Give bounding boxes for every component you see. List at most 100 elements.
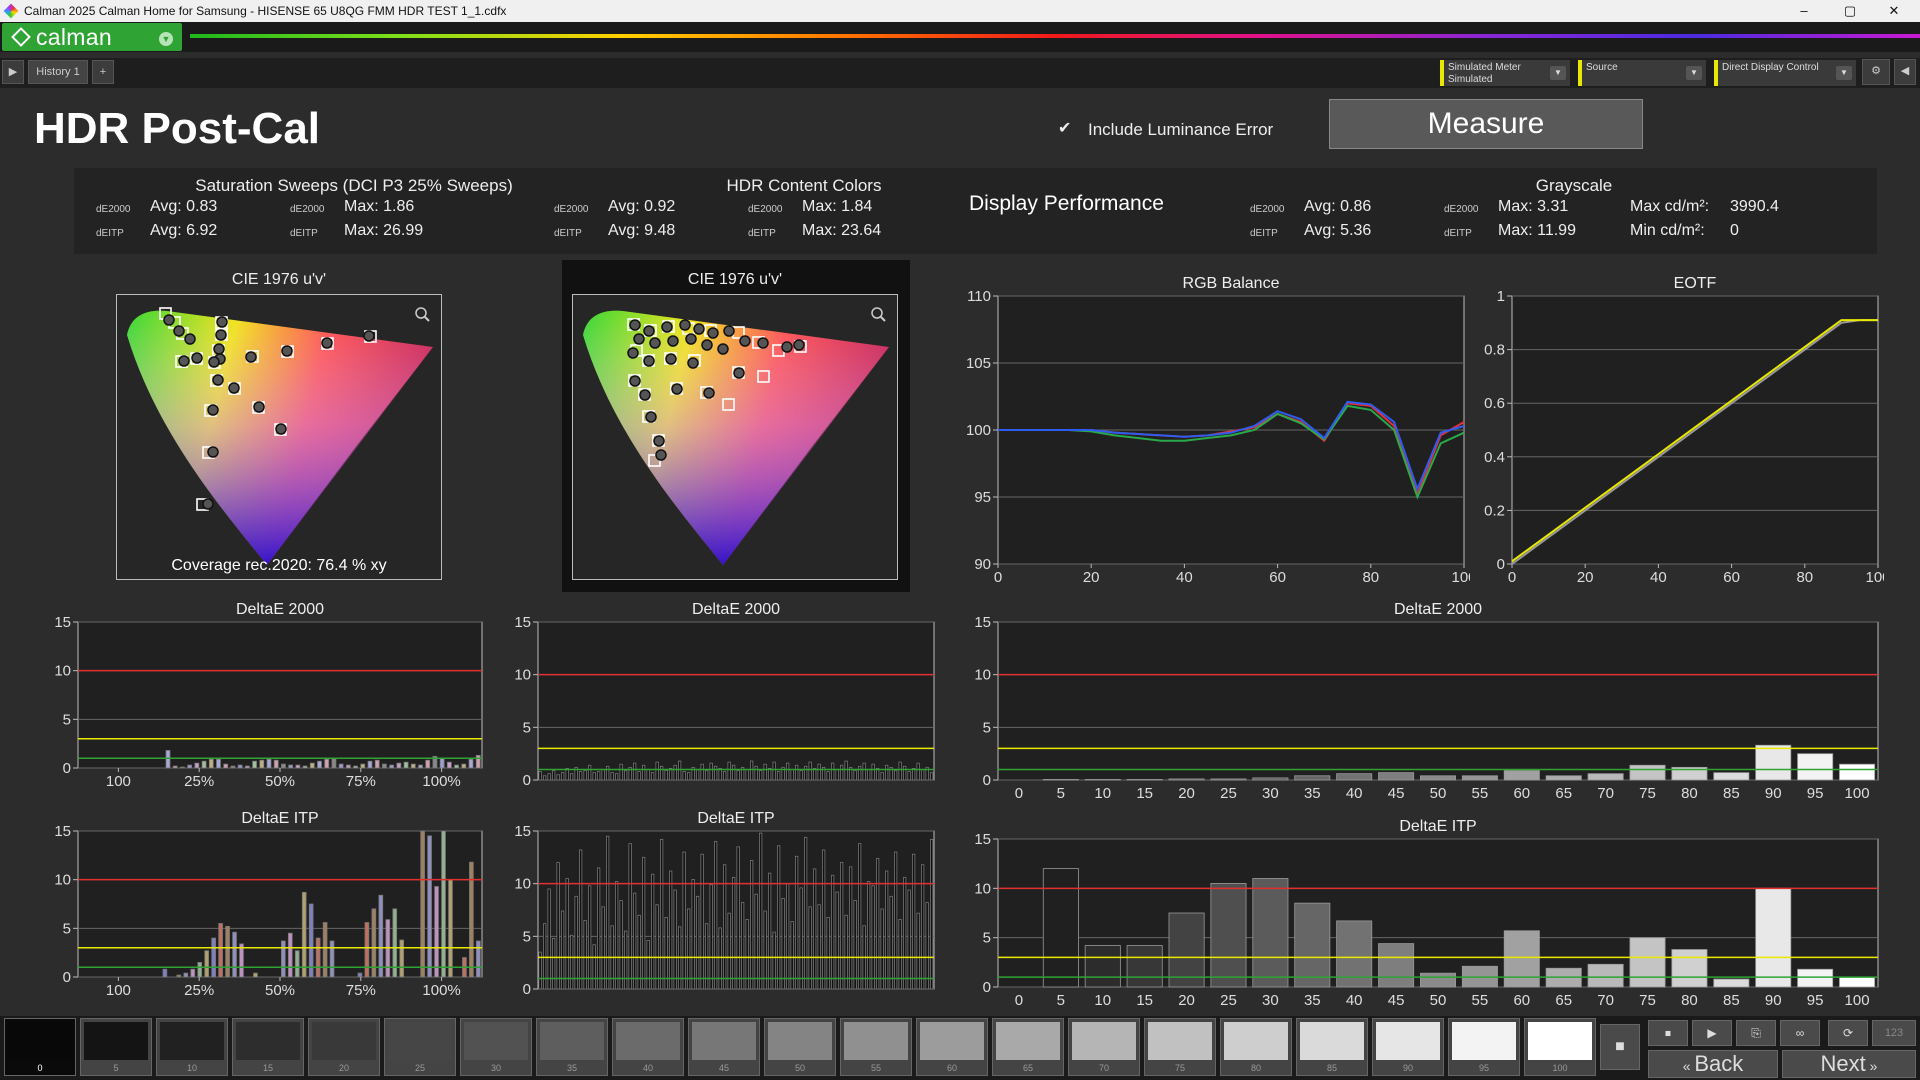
bar: [418, 764, 423, 769]
bar: [632, 762, 637, 781]
swatch-45[interactable]: 45: [688, 1018, 760, 1076]
swatch-40[interactable]: 40: [612, 1018, 684, 1076]
swatch-patch: [8, 1022, 72, 1060]
meter-dropdown[interactable]: Simulated Meter Simulated ▼: [1440, 60, 1570, 86]
rgb-balance-chart: RGB Balance 90 95 100 105 110 0 20 40 60 80 100: [960, 270, 1477, 590]
swatch-5[interactable]: 5: [80, 1018, 152, 1076]
swatch-75[interactable]: 75: [1144, 1018, 1216, 1076]
measured-marker: [627, 347, 639, 359]
bar: [812, 868, 817, 990]
x-tick-label: 80: [1796, 569, 1813, 586]
x-tick-label: 20: [1178, 785, 1195, 802]
bar: [1252, 777, 1289, 781]
bar: [686, 772, 691, 781]
swatch-100[interactable]: 100: [1524, 1018, 1596, 1076]
calman-logo-button[interactable]: calman ▼: [2, 23, 182, 51]
swatch-20[interactable]: 20: [308, 1018, 380, 1076]
x-tick-label: 100: [1865, 569, 1884, 586]
bar: [225, 925, 230, 978]
swatch-30[interactable]: 30: [460, 1018, 532, 1076]
refresh-icon[interactable]: ⟳: [1828, 1020, 1868, 1046]
bar: [763, 763, 767, 781]
bar: [446, 761, 452, 769]
cie-right-panel[interactable]: [572, 294, 898, 580]
measure-frame-icon[interactable]: ⎘: [1736, 1020, 1776, 1046]
display-control-dropdown[interactable]: Direct Display Control ▼: [1714, 60, 1856, 86]
stop-square-icon[interactable]: ■: [1600, 1024, 1640, 1070]
bar: [619, 763, 623, 781]
swatch-70[interactable]: 70: [1068, 1018, 1140, 1076]
record-icon[interactable]: ⏹: [1648, 1020, 1688, 1046]
chevron-down-icon[interactable]: ▼: [159, 32, 173, 46]
x-tick-label: 75%: [346, 773, 376, 790]
tab-history-1[interactable]: History 1: [28, 60, 88, 84]
bar: [176, 974, 182, 978]
measure-button[interactable]: Measure: [1329, 99, 1643, 149]
bar: [439, 757, 445, 769]
zoom-icon[interactable]: [415, 307, 430, 322]
swatch-0[interactable]: 0: [4, 1018, 76, 1076]
bar: [588, 885, 592, 990]
swatch-80[interactable]: 80: [1220, 1018, 1292, 1076]
swatch-patch: [616, 1022, 680, 1060]
gs-de2000-avg: Avg: 0.86: [1304, 198, 1372, 215]
bar: [403, 761, 409, 769]
play-icon[interactable]: ▶: [2, 60, 24, 84]
bar: [893, 770, 898, 781]
x-tick-label: 55: [1472, 992, 1489, 1009]
gs-ditp-max: Max: 11.99: [1498, 222, 1576, 239]
swatch-label: 45: [718, 1063, 729, 1073]
swatch-patch: [388, 1022, 452, 1060]
measured-marker: [667, 335, 679, 347]
bar: [588, 764, 592, 781]
next-button[interactable]: Next »: [1782, 1050, 1916, 1078]
swatch-patch: [768, 1022, 832, 1060]
bar: [165, 750, 171, 769]
max-lum-label: Max cd/m²:: [1630, 198, 1710, 215]
swatch-65[interactable]: 65: [992, 1018, 1064, 1076]
swatch-10[interactable]: 10: [156, 1018, 228, 1076]
grayscale-title: Grayscale: [1535, 176, 1613, 195]
x-tick-label: 65: [1555, 785, 1572, 802]
collapse-icon[interactable]: ◀: [1894, 59, 1916, 85]
hdr_itp-svg: DeltaE ITP 0 5 10 15: [514, 810, 935, 998]
minimize-button[interactable]: –: [1784, 0, 1824, 22]
bar: [266, 758, 272, 769]
content-ditp-avg: Avg: 9.48: [608, 222, 676, 239]
measured-marker: [661, 321, 673, 333]
swatch-85[interactable]: 85: [1296, 1018, 1368, 1076]
play-icon[interactable]: ▶: [1692, 1020, 1732, 1046]
measured-marker: [363, 330, 375, 342]
settings-gear-icon[interactable]: ⚙: [1862, 59, 1890, 85]
swatch-90[interactable]: 90: [1372, 1018, 1444, 1076]
measured-marker: [781, 341, 793, 353]
ditp-label: dEITP: [748, 228, 776, 239]
bar: [281, 763, 286, 769]
saturation-de2000-chart: DeltaE 2000 0 5 10 15 100 25% 50% 75% 100%: [40, 596, 488, 794]
swatch-25[interactable]: 25: [384, 1018, 456, 1076]
bar: [606, 765, 610, 781]
measured-marker: [645, 411, 657, 423]
source-dropdown[interactable]: Source ▼: [1578, 60, 1706, 86]
sat-de2000-max: Max: 1.86: [344, 198, 415, 215]
plot-area: [537, 621, 935, 781]
include-luminance-checkbox[interactable]: ✔: [1058, 120, 1076, 138]
maximize-button[interactable]: ▢: [1830, 0, 1870, 22]
bar: [475, 754, 481, 769]
zoom-icon[interactable]: [871, 307, 886, 322]
swatch-95[interactable]: 95: [1448, 1018, 1520, 1076]
bar: [722, 771, 727, 781]
loop-icon[interactable]: ∞: [1780, 1020, 1820, 1046]
add-tab-button[interactable]: +: [92, 60, 114, 84]
back-button[interactable]: « Back: [1648, 1050, 1778, 1078]
swatch-patch: [1224, 1022, 1288, 1060]
swatch-50[interactable]: 50: [764, 1018, 836, 1076]
swatch-15[interactable]: 15: [232, 1018, 304, 1076]
chevron-down-icon: ▼: [1686, 66, 1702, 80]
bar: [308, 903, 314, 978]
swatch-60[interactable]: 60: [916, 1018, 988, 1076]
close-button[interactable]: ✕: [1874, 0, 1914, 22]
bar: [211, 937, 216, 978]
swatch-55[interactable]: 55: [840, 1018, 912, 1076]
swatch-35[interactable]: 35: [536, 1018, 608, 1076]
